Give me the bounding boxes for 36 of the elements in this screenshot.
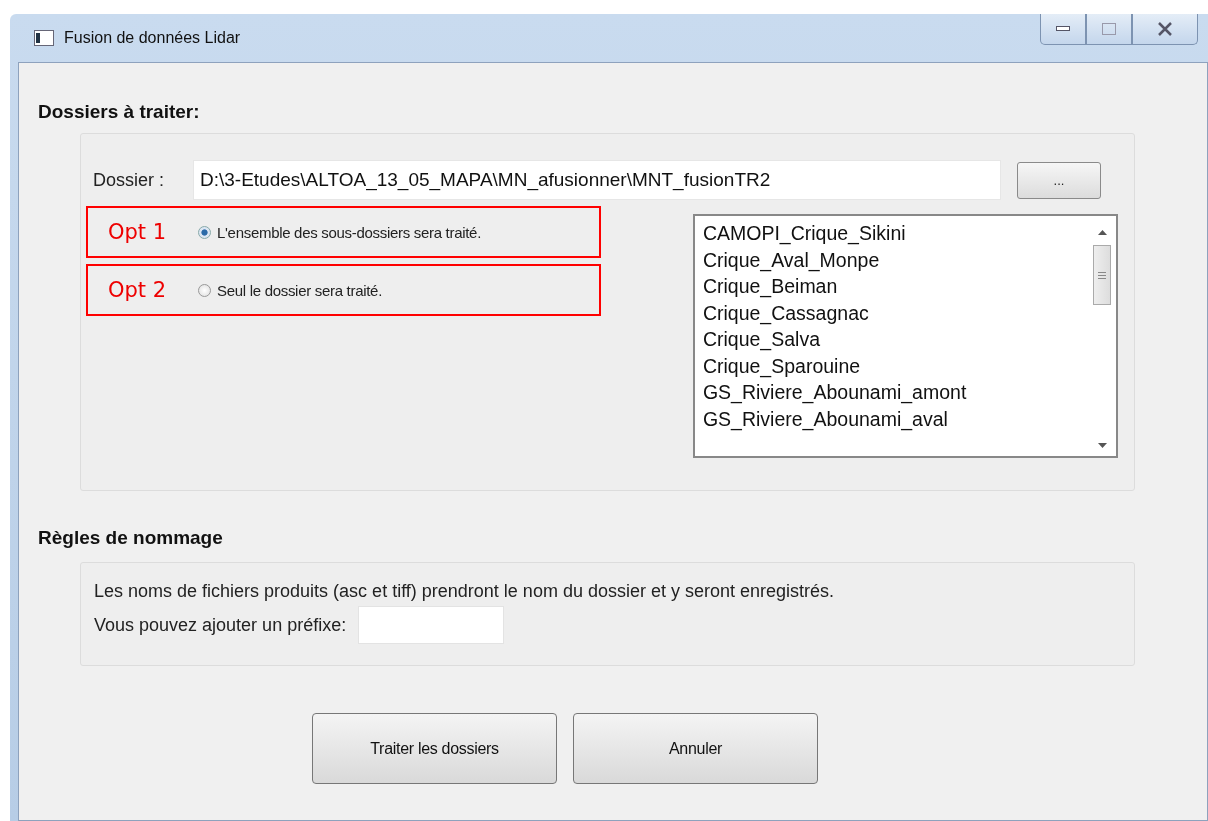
dialog-button[interactable]: Traiter les dossiers bbox=[312, 713, 557, 784]
annotation-label: Opt 2 bbox=[107, 278, 168, 302]
minimize-icon bbox=[1056, 26, 1070, 32]
option-label[interactable]: Seul le dossier sera traité. bbox=[217, 281, 383, 299]
folder-label: Dossier : bbox=[93, 169, 165, 191]
list-item[interactable]: Crique_Aval_Monpe bbox=[702, 246, 1088, 273]
close-button[interactable] bbox=[1132, 14, 1198, 45]
prefix-field[interactable] bbox=[358, 606, 505, 644]
scroll-thumb[interactable] bbox=[1093, 245, 1111, 305]
minimize-button[interactable] bbox=[1040, 14, 1086, 45]
folder-path-field[interactable]: D:\3-Etudes\ALTOA_13_05_MAPA\MN_afusionner\MNT_fusionTR2 bbox=[193, 160, 1001, 200]
scroll-down-icon bbox=[1097, 443, 1107, 448]
dialog-button[interactable]: Annuler bbox=[573, 713, 818, 784]
description-text: Les noms de fichiers produits (asc et tiff) prendront le nom du dossier et y seront enregistrés. bbox=[94, 581, 836, 602]
radio-button[interactable] bbox=[198, 283, 211, 297]
annotation-label: Opt 1 bbox=[107, 220, 168, 244]
list-item[interactable]: GS_Riviere_Abounami_aval bbox=[702, 405, 1088, 432]
browse-button[interactable]: ... bbox=[1017, 161, 1101, 199]
scroll-up-icon bbox=[1097, 230, 1107, 235]
grip-icon bbox=[1098, 271, 1106, 279]
maximize-icon bbox=[1102, 23, 1116, 35]
list-item[interactable]: Crique_Beiman bbox=[702, 273, 1088, 300]
radio-button[interactable] bbox=[198, 225, 211, 239]
list-item[interactable]: Crique_Cassagnac bbox=[702, 299, 1088, 326]
list-item[interactable]: Crique_Salva bbox=[702, 326, 1088, 353]
folder-listbox[interactable]: CAMOPI_Crique_Sikini Crique_Aval_Monpe Crique_Beiman Crique_Cassagnac Crique_Salva Crique_Sparouine GS_Riviere_Abounami_amont GS_Riviere_Abounami_aval bbox=[692, 214, 1118, 458]
close-icon bbox=[1157, 22, 1173, 36]
option-label[interactable]: L'ensemble des sous-dossiers sera traité. bbox=[217, 223, 482, 241]
window-icon bbox=[34, 30, 54, 46]
list-item[interactable]: GS_Riviere_Abounami_amont bbox=[702, 379, 1088, 406]
section-heading: Dossiers à traiter: bbox=[38, 101, 201, 123]
window-title: Fusion de données Lidar bbox=[64, 29, 241, 47]
list-item[interactable]: CAMOPI_Crique_Sikini bbox=[702, 220, 1088, 247]
section-heading: Règles de nommage bbox=[38, 527, 224, 549]
prefix-label: Vous pouvez ajouter un préfixe: bbox=[94, 614, 347, 636]
list-item[interactable]: Crique_Sparouine bbox=[702, 352, 1088, 379]
